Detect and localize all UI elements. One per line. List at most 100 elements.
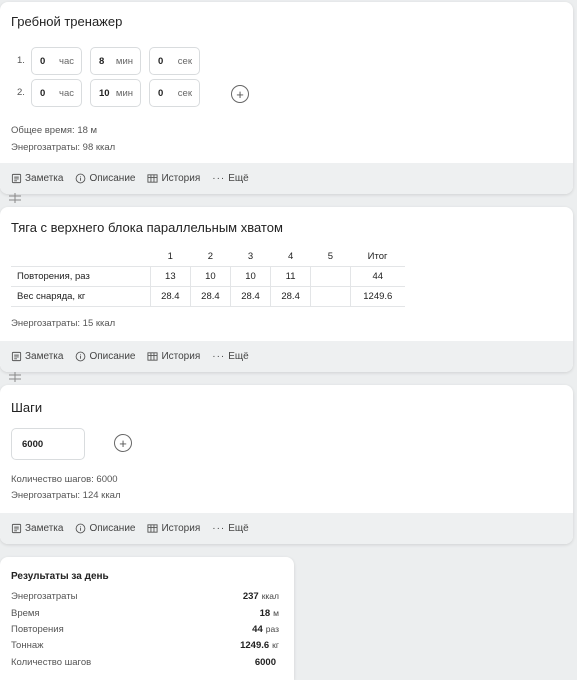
pulldown-title: Тяга с верхнего блока параллельным хвато… xyxy=(11,220,283,235)
description-label: Описание xyxy=(89,173,136,184)
result-row: Энергозатраты 237 ккал xyxy=(11,591,279,602)
minutes-unit: мин xyxy=(115,87,133,99)
minutes-value: 10 xyxy=(99,87,110,99)
more-button[interactable]: ··· Ещё xyxy=(212,351,248,362)
steps-count: Количество шагов: 6000 xyxy=(11,474,118,485)
table-cell[interactable]: 28.4 xyxy=(270,286,311,307)
table-cell[interactable]: 11 xyxy=(270,266,311,287)
add-row-button[interactable]: + xyxy=(231,85,249,103)
result-value: 18 м xyxy=(260,608,279,619)
table-cell[interactable]: 10 xyxy=(189,266,231,287)
more-icon: ··· xyxy=(212,523,226,534)
history-button[interactable]: История xyxy=(147,351,200,362)
separator-icon[interactable] xyxy=(8,372,22,382)
card-footer: Заметка Описание История ··· Ещё xyxy=(0,513,573,544)
steps-card: Шаги 6000 + Количество шагов: 6000 Энерг… xyxy=(0,385,573,544)
result-label: Повторения xyxy=(11,624,64,635)
table-row: Повторения, раз 13 10 10 11 44 xyxy=(11,266,405,287)
value-unit: кг xyxy=(272,640,279,650)
energy-text: Энергозатраты: 15 ккал xyxy=(11,318,116,329)
value-unit: раз xyxy=(265,624,279,634)
seconds-field[interactable]: 0 сек xyxy=(149,47,200,75)
more-button[interactable]: ··· Ещё xyxy=(212,523,248,534)
history-icon xyxy=(147,174,159,183)
result-value: 44 раз xyxy=(252,624,279,635)
description-label: Описание xyxy=(89,523,136,534)
seconds-value: 0 xyxy=(158,55,164,67)
table-row: Вес снаряда, кг 28.4 28.4 28.4 28.4 1249… xyxy=(11,286,405,307)
info-icon xyxy=(76,173,86,184)
total-time: Общее время: 18 м xyxy=(11,125,98,136)
note-button[interactable]: Заметка xyxy=(11,351,63,362)
description-button[interactable]: Описание xyxy=(75,351,135,362)
history-icon xyxy=(147,352,159,361)
more-icon: ··· xyxy=(212,173,226,184)
description-button[interactable]: Описание xyxy=(75,523,135,534)
table-cell[interactable]: 10 xyxy=(229,266,271,287)
steps-input[interactable]: 6000 xyxy=(11,428,85,460)
separator-icon[interactable] xyxy=(8,193,22,203)
total-cell: 44 xyxy=(349,266,405,287)
history-icon xyxy=(147,524,159,533)
history-label: История xyxy=(161,523,201,534)
hours-value: 0 xyxy=(40,55,46,67)
energy-text: Энергозатраты: 98 ккал xyxy=(11,142,116,153)
steps-value: 6000 xyxy=(22,438,44,450)
column-header: 2 xyxy=(207,251,214,262)
minutes-value: 8 xyxy=(99,55,105,67)
result-row: Тоннаж 1249.6 кг xyxy=(11,640,279,651)
note-icon xyxy=(11,173,22,184)
table-cell[interactable] xyxy=(310,286,351,307)
hours-field[interactable]: 0 час xyxy=(31,47,82,75)
result-label: Количество шагов xyxy=(11,657,92,668)
row-label: Вес снаряда, кг xyxy=(11,286,151,307)
sets-table: 1 2 3 4 5 Итог Повторения, раз 13 10 10 … xyxy=(11,247,405,307)
note-button[interactable]: Заметка xyxy=(11,523,63,534)
seconds-unit: сек xyxy=(177,55,192,67)
row-number: 2. xyxy=(17,87,25,98)
column-header: Итог xyxy=(367,251,388,262)
minutes-field[interactable]: 10 мин xyxy=(90,79,141,107)
table-cell[interactable] xyxy=(310,266,351,287)
hours-field[interactable]: 0 час xyxy=(31,79,82,107)
add-steps-button[interactable]: + xyxy=(114,434,132,452)
note-icon xyxy=(11,523,22,534)
more-icon: ··· xyxy=(212,351,226,362)
table-cell[interactable]: 28.4 xyxy=(229,286,271,307)
note-icon xyxy=(11,351,22,362)
minutes-field[interactable]: 8 мин xyxy=(90,47,141,75)
card-footer: Заметка Описание История ··· Ещё xyxy=(0,163,573,194)
description-label: Описание xyxy=(89,351,136,362)
seconds-field[interactable]: 0 сек xyxy=(149,79,200,107)
total-cell: 1249.6 xyxy=(349,286,405,307)
result-row: Повторения 44 раз xyxy=(11,624,279,635)
more-button[interactable]: ··· Ещё xyxy=(212,173,248,184)
table-cell[interactable]: 13 xyxy=(149,266,191,287)
row-label: Повторения, раз xyxy=(11,266,151,287)
value-number: 18 xyxy=(259,608,271,619)
value-number: 6000 xyxy=(254,657,276,668)
note-label: Заметка xyxy=(25,523,64,534)
table-cell[interactable]: 28.4 xyxy=(189,286,231,307)
note-button[interactable]: Заметка xyxy=(11,173,63,184)
card-footer: Заметка Описание История ··· Ещё xyxy=(0,341,573,372)
minutes-unit: мин xyxy=(115,55,133,67)
more-label: Ещё xyxy=(228,173,249,184)
history-button[interactable]: История xyxy=(147,173,200,184)
steps-title: Шаги xyxy=(11,400,43,415)
seconds-value: 0 xyxy=(158,87,164,99)
column-header: 1 xyxy=(167,251,173,262)
description-button[interactable]: Описание xyxy=(75,173,135,184)
note-label: Заметка xyxy=(25,173,64,184)
result-value: 6000 xyxy=(255,657,279,668)
note-label: Заметка xyxy=(25,351,64,362)
history-button[interactable]: История xyxy=(147,523,200,534)
hours-value: 0 xyxy=(40,87,46,99)
history-label: История xyxy=(161,351,201,362)
table-cell[interactable]: 28.4 xyxy=(149,286,191,307)
more-label: Ещё xyxy=(228,523,249,534)
rowing-title: Гребной тренажер xyxy=(11,14,123,29)
info-icon xyxy=(76,351,86,362)
hours-unit: час xyxy=(59,55,74,67)
value-number: 1249.6 xyxy=(240,640,270,651)
